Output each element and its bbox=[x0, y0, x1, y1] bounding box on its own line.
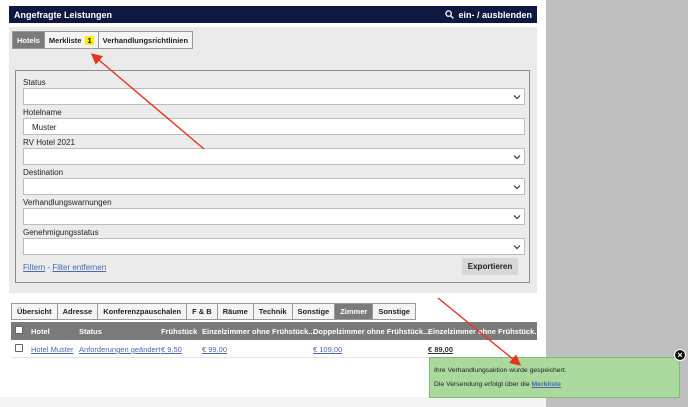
status-link[interactable]: Anforderungen geändert bbox=[79, 345, 160, 354]
tab-adresse[interactable]: Adresse bbox=[56, 303, 99, 320]
hotelname-label: Hotelname bbox=[23, 108, 62, 117]
tab-uebersicht[interactable]: Übersicht bbox=[11, 303, 58, 320]
notification-toast: Ihre Verhandlungsaktion wurde gespeicher… bbox=[429, 357, 680, 398]
status-label: Status bbox=[23, 78, 46, 87]
tab-verhandlungsrichtlinien[interactable]: Verhandlungsrichtlinien bbox=[97, 31, 194, 49]
chevron-down-icon bbox=[513, 215, 521, 220]
tab-merkliste[interactable]: Merkliste 1 bbox=[43, 31, 99, 49]
toggle-visibility-button[interactable]: ein- / ausblenden bbox=[445, 10, 532, 20]
toggle-label: ein- / ausblenden bbox=[458, 9, 532, 20]
page-footer-strip bbox=[0, 397, 546, 407]
status-select[interactable] bbox=[23, 88, 525, 105]
toast-message: Ihre Verhandlungsaktion wurde gespeicher… bbox=[434, 367, 567, 374]
tab-zimmer[interactable]: Zimmer bbox=[334, 303, 374, 320]
top-tab-bar: Hotels Merkliste 1 Verhandlungsrichtlini… bbox=[12, 31, 194, 49]
warnings-filter: Verhandlungswarnungen bbox=[23, 198, 525, 225]
approval-label: Genehmigungsstatus bbox=[23, 228, 99, 237]
column-header-breakfast[interactable]: Frühstück bbox=[161, 327, 197, 336]
tab-sonstige[interactable]: Sonstige bbox=[291, 303, 336, 320]
double-price[interactable]: € 109,00 bbox=[313, 345, 342, 354]
approval-select[interactable] bbox=[23, 238, 525, 255]
chevron-down-icon bbox=[513, 245, 521, 250]
results-table: Hotel Status Frühstück Einzelzimmer ohne… bbox=[11, 322, 541, 358]
main-page: Angefragte Leistungen ein- / ausblenden … bbox=[0, 0, 546, 407]
hotelname-input[interactable]: Muster bbox=[23, 118, 525, 135]
destination-select[interactable] bbox=[23, 178, 525, 195]
table-row: Hotel Muster Anforderungen geändert € 9,… bbox=[11, 340, 537, 358]
tab-konferenzpauschalen[interactable]: Konferenzpauschalen bbox=[97, 303, 188, 320]
row-checkbox[interactable] bbox=[15, 344, 23, 352]
tab-technik[interactable]: Technik bbox=[252, 303, 293, 320]
table-header-row: Hotel Status Frühstück Einzelzimmer ohne… bbox=[11, 322, 541, 340]
chevron-down-icon bbox=[513, 185, 521, 190]
single-price-2[interactable]: € 89,00 bbox=[428, 345, 453, 354]
chevron-down-icon bbox=[513, 155, 521, 160]
detail-tab-bar: Übersicht Adresse Konferenzpauschalen F … bbox=[11, 303, 416, 320]
warnings-label: Verhandlungswarnungen bbox=[23, 198, 112, 207]
warnings-select[interactable] bbox=[23, 208, 525, 225]
section-header: Angefragte Leistungen ein- / ausblenden bbox=[9, 6, 537, 23]
merkliste-link[interactable]: Merkliste bbox=[532, 381, 561, 388]
tab-sonstige-2[interactable]: Sonstige bbox=[372, 303, 416, 320]
column-header-double[interactable]: Doppelzimmer ohne Frühstück... bbox=[313, 327, 429, 336]
rv-hotel-select[interactable] bbox=[23, 148, 525, 165]
filter-panel: Hotels Merkliste 1 Verhandlungsrichtlini… bbox=[9, 27, 537, 293]
breakfast-price[interactable]: € 9,50 bbox=[161, 345, 182, 354]
tab-f-und-b[interactable]: F & B bbox=[186, 303, 218, 320]
select-all-checkbox[interactable] bbox=[15, 326, 23, 334]
filter-link[interactable]: Filtern bbox=[23, 263, 45, 272]
status-filter: Status bbox=[23, 78, 525, 105]
tab-hotels[interactable]: Hotels bbox=[12, 31, 45, 49]
single-price[interactable]: € 99,00 bbox=[202, 345, 227, 354]
column-header-single-2[interactable]: Einzelzimmer ohne Frühstück... bbox=[428, 327, 541, 336]
column-header-status[interactable]: Status bbox=[79, 327, 102, 336]
count-badge: 1 bbox=[85, 35, 94, 45]
rv-hotel-filter: RV Hotel 2021 bbox=[23, 138, 525, 165]
tab-raeume[interactable]: Räume bbox=[216, 303, 254, 320]
export-button[interactable]: Exportieren bbox=[462, 258, 518, 275]
clear-filter-link[interactable]: Filter entfernen bbox=[52, 263, 106, 272]
rv-hotel-label: RV Hotel 2021 bbox=[23, 138, 75, 147]
close-icon[interactable]: × bbox=[674, 349, 686, 361]
filter-form: Status Hotelname Muster RV Hotel 2021 De… bbox=[15, 70, 530, 283]
approval-filter: Genehmigungsstatus bbox=[23, 228, 525, 255]
filter-links: Filtern - Filter entfernen bbox=[23, 263, 106, 272]
destination-label: Destination bbox=[23, 168, 64, 177]
column-header-hotel[interactable]: Hotel bbox=[31, 327, 50, 336]
hotelname-filter: Hotelname Muster bbox=[23, 108, 525, 135]
search-icon bbox=[445, 10, 455, 19]
chevron-down-icon bbox=[513, 95, 521, 100]
section-title: Angefragte Leistungen bbox=[14, 9, 113, 20]
destination-filter: Destination bbox=[23, 168, 525, 195]
toast-message-2: Die Versendung erfolgt über die Merklist… bbox=[434, 381, 561, 388]
column-header-single[interactable]: Einzelzimmer ohne Frühstück... bbox=[202, 327, 315, 336]
hotel-link[interactable]: Hotel Muster bbox=[31, 345, 74, 354]
